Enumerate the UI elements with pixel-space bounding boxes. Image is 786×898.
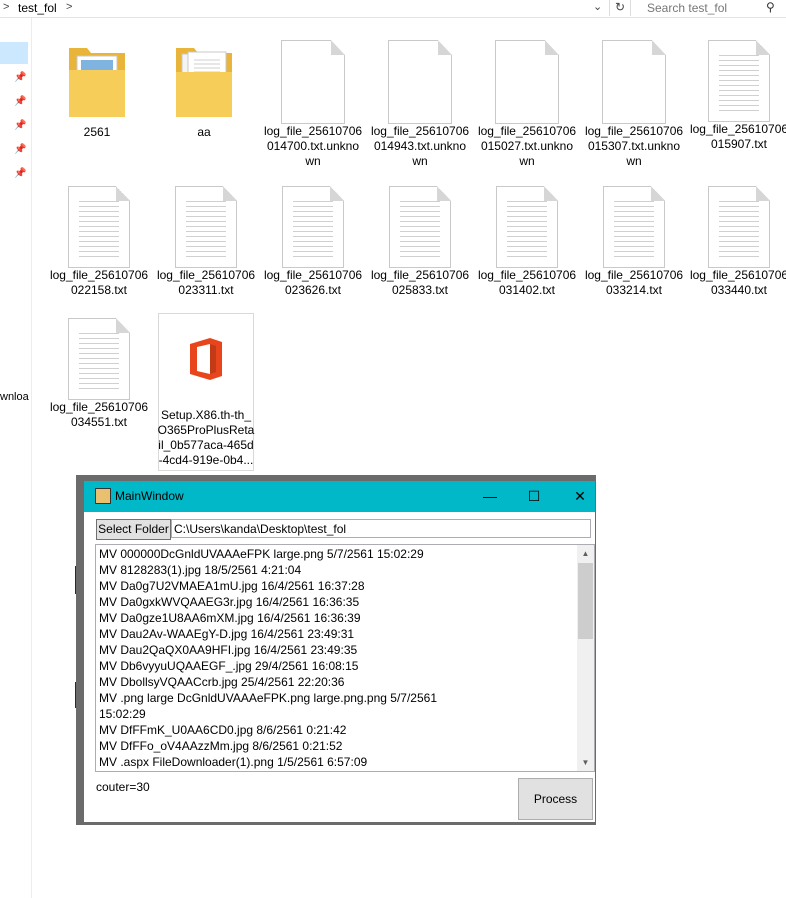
list-item[interactable]: MV Da0gxkWVQAAEG3r.jpg 16/4/2561 16:36:3…: [99, 595, 359, 610]
pin-icon: 📌: [14, 144, 27, 155]
text-file-icon: [708, 186, 770, 268]
list-item[interactable]: MV Da0g7U2VMAEA1mU.jpg 16/4/2561 16:37:2…: [99, 579, 365, 594]
breadcrumb[interactable]: test_fol: [18, 1, 57, 15]
process-button[interactable]: Process: [518, 778, 593, 820]
file-item[interactable]: log_file_25610706 023311.txt: [155, 186, 257, 298]
address-bar: > test_fol > ⌄ ↻ Search test_fol ⚲: [0, 0, 786, 18]
scrollbar-thumb[interactable]: [578, 563, 593, 639]
item-label: log_file_25610706 034551.txt: [49, 400, 149, 429]
list-item[interactable]: MV Da0gze1U8AA6mXM.jpg 16/4/2561 16:36:3…: [99, 611, 361, 626]
pin-icon: 📌: [14, 168, 27, 179]
chevron-right-icon[interactable]: >: [66, 1, 72, 13]
select-folder-button[interactable]: Select Folder: [96, 519, 171, 540]
item-label: log_file_25610706 033214.txt: [584, 268, 684, 297]
close-icon[interactable]: ✕: [557, 484, 603, 508]
item-label: aa: [197, 125, 211, 139]
list-item[interactable]: 15:02:29: [99, 707, 146, 722]
list-item[interactable]: MV Dau2QaQX0AA9HFI.jpg 16/4/2561 23:49:3…: [99, 643, 357, 658]
file-icon: [281, 40, 345, 124]
nav-item-downloads[interactable]: wnloa: [0, 391, 29, 403]
file-item[interactable]: log_file_25610706 023626.txt: [262, 186, 364, 298]
item-label: log_file_25610706 015907.txt: [689, 122, 786, 151]
file-icon: [602, 40, 666, 124]
list-item[interactable]: MV DfFFo_oV4AAzzMm.jpg 8/6/2561 0:21:52: [99, 739, 342, 754]
text-file-icon: [68, 186, 130, 268]
list-item[interactable]: MV Dau2Av-WAAEgY-D.jpg 16/4/2561 23:49:3…: [99, 627, 354, 642]
results-list[interactable]: MV 000000DcGnldUVAAAeFPK large.png 5/7/2…: [95, 544, 595, 772]
item-label: log_file_25610706 014700.txt.unkno wn: [263, 124, 363, 168]
file-item[interactable]: log_file_25610706 025833.txt: [369, 186, 471, 298]
list-item[interactable]: MV 000000DcGnldUVAAAeFPK large.png 5/7/2…: [99, 547, 424, 562]
list-item[interactable]: MV DbollsyVQAACcrb.jpg 25/4/2561 22:20:3…: [99, 675, 344, 690]
scroll-down-icon[interactable]: ▼: [577, 754, 594, 771]
file-item[interactable]: log_file_25610706 015907.txt: [688, 40, 786, 152]
title-bar[interactable]: MainWindow — ☐ ✕: [84, 481, 595, 512]
item-label: log_file_25610706 031402.txt: [477, 268, 577, 297]
item-label: Setup.X86.th-th_ O365ProPlusReta il_0b57…: [157, 408, 255, 467]
search-placeholder: Search test_fol: [647, 1, 728, 15]
file-item[interactable]: log_file_25610706 014943.txt.unkno wn: [369, 40, 471, 169]
refresh-icon[interactable]: ↻: [609, 0, 631, 16]
file-item[interactable]: log_file_25610706 033214.txt: [583, 186, 685, 298]
scroll-up-icon[interactable]: ▲: [577, 545, 594, 562]
chevron-down-icon[interactable]: ⌄: [593, 0, 602, 13]
text-file-icon: [175, 186, 237, 268]
file-item[interactable]: log_file_25610706 033440.txt: [688, 186, 786, 298]
pin-icon: 📌: [14, 72, 27, 83]
item-label: log_file_25610706 025833.txt: [370, 268, 470, 297]
list-item[interactable]: MV DfFFmK_U0AA6CD0.jpg 8/6/2561 0:21:42: [99, 723, 346, 738]
item-label: log_file_25610706 023311.txt: [156, 268, 256, 297]
search-icon[interactable]: ⚲: [766, 0, 775, 14]
nav-selected-item[interactable]: [0, 42, 28, 64]
file-item[interactable]: log_file_25610706 015307.txt.unkno wn: [583, 40, 685, 169]
folder-icon: [176, 48, 232, 117]
text-file-icon: [708, 40, 770, 122]
file-item[interactable]: log_file_25610706 034551.txt: [48, 318, 150, 430]
text-file-icon: [282, 186, 344, 268]
counter-label: couter=30: [96, 780, 150, 794]
list-item[interactable]: MV Db6vyyuUQAAEGF_.jpg 29/4/2561 16:08:1…: [99, 659, 358, 674]
navigation-pane: 📌 📌 📌 📌 📌 wnloa: [0, 18, 32, 898]
main-window: MainWindow — ☐ ✕ Select Folder C:\Users\…: [76, 475, 596, 825]
text-file-icon: [496, 186, 558, 268]
item-label: log_file_25610706 022158.txt: [49, 268, 149, 297]
item-label: 2561: [83, 125, 111, 139]
list-item[interactable]: MV 8128283(1).jpg 18/5/2561 4:21:04: [99, 563, 301, 578]
maximize-icon[interactable]: ☐: [511, 484, 557, 508]
pin-icon: 📌: [14, 96, 27, 107]
pin-icon: 📌: [14, 120, 27, 131]
office-icon: [190, 338, 222, 380]
minimize-icon[interactable]: —: [467, 484, 513, 508]
folder-path-field[interactable]: C:\Users\kanda\Desktop\test_fol: [171, 519, 591, 538]
text-file-icon: [389, 186, 451, 268]
chevron-right-icon[interactable]: >: [3, 1, 9, 13]
item-label: log_file_25610706 015307.txt.unkno wn: [584, 124, 684, 168]
window-client-area: Select Folder C:\Users\kanda\Desktop\tes…: [84, 512, 595, 822]
file-item[interactable]: log_file_25610706 014700.txt.unkno wn: [262, 40, 364, 169]
file-icon: [388, 40, 452, 124]
file-item[interactable]: Setup.X86.th-th_ O365ProPlusReta il_0b57…: [155, 336, 257, 468]
folder-item[interactable]: aa: [153, 40, 255, 140]
folder-icon: [69, 48, 125, 117]
window-title: MainWindow: [115, 489, 184, 503]
item-label: log_file_25610706 023626.txt: [263, 268, 363, 297]
file-item[interactable]: log_file_25610706 031402.txt: [476, 186, 578, 298]
item-label: log_file_25610706 015027.txt.unkno wn: [477, 124, 577, 168]
item-label: log_file_25610706 033440.txt: [689, 268, 786, 297]
file-item[interactable]: log_file_25610706 015027.txt.unkno wn: [476, 40, 578, 169]
list-item[interactable]: MV .aspx FileDownloader(1).png 1/5/2561 …: [99, 755, 367, 770]
text-file-icon: [68, 318, 130, 400]
list-item[interactable]: MV .png large DcGnldUVAAAeFPK.png large.…: [99, 691, 437, 706]
search-input[interactable]: Search test_fol ⚲: [640, 0, 786, 16]
text-file-icon: [603, 186, 665, 268]
item-label: log_file_25610706 014943.txt.unkno wn: [370, 124, 470, 168]
vertical-scrollbar[interactable]: ▲ ▼: [577, 545, 594, 771]
file-item[interactable]: log_file_25610706 022158.txt: [48, 186, 150, 298]
app-icon: [95, 488, 111, 504]
file-icon: [495, 40, 559, 124]
folder-item[interactable]: 2561: [46, 40, 148, 140]
